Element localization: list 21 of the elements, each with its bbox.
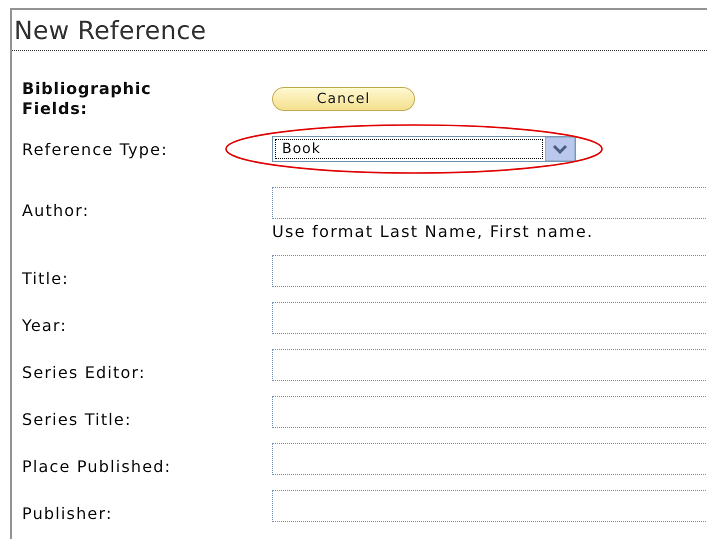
field-label: Reference Type: <box>21 140 169 158</box>
input-field[interactable] <box>272 396 707 428</box>
input-field[interactable] <box>272 443 707 475</box>
input-field[interactable] <box>272 302 707 334</box>
input-field[interactable] <box>272 490 707 522</box>
hint-text: Use format Last Name, First name. <box>272 222 594 241</box>
page-title: New Reference <box>13 16 208 47</box>
chevron-down-icon <box>545 137 575 161</box>
field-label: Series Editor: <box>21 362 147 382</box>
input-field[interactable] <box>272 255 707 287</box>
field-label: Place Published: <box>21 456 172 476</box>
field-label: Year: <box>21 315 68 335</box>
input-field[interactable] <box>272 187 707 219</box>
field-label: Author: <box>21 200 90 220</box>
field-label: Title: <box>21 268 70 288</box>
field-label: Series Title: <box>21 409 133 429</box>
section-label: Bibliographic Fields: <box>21 79 152 119</box>
field-label: Publisher: <box>21 503 114 523</box>
reference-type-dropdown[interactable]: Book <box>272 136 576 162</box>
cancel-button[interactable]: Cancel <box>272 87 415 111</box>
input-field[interactable] <box>272 349 707 381</box>
